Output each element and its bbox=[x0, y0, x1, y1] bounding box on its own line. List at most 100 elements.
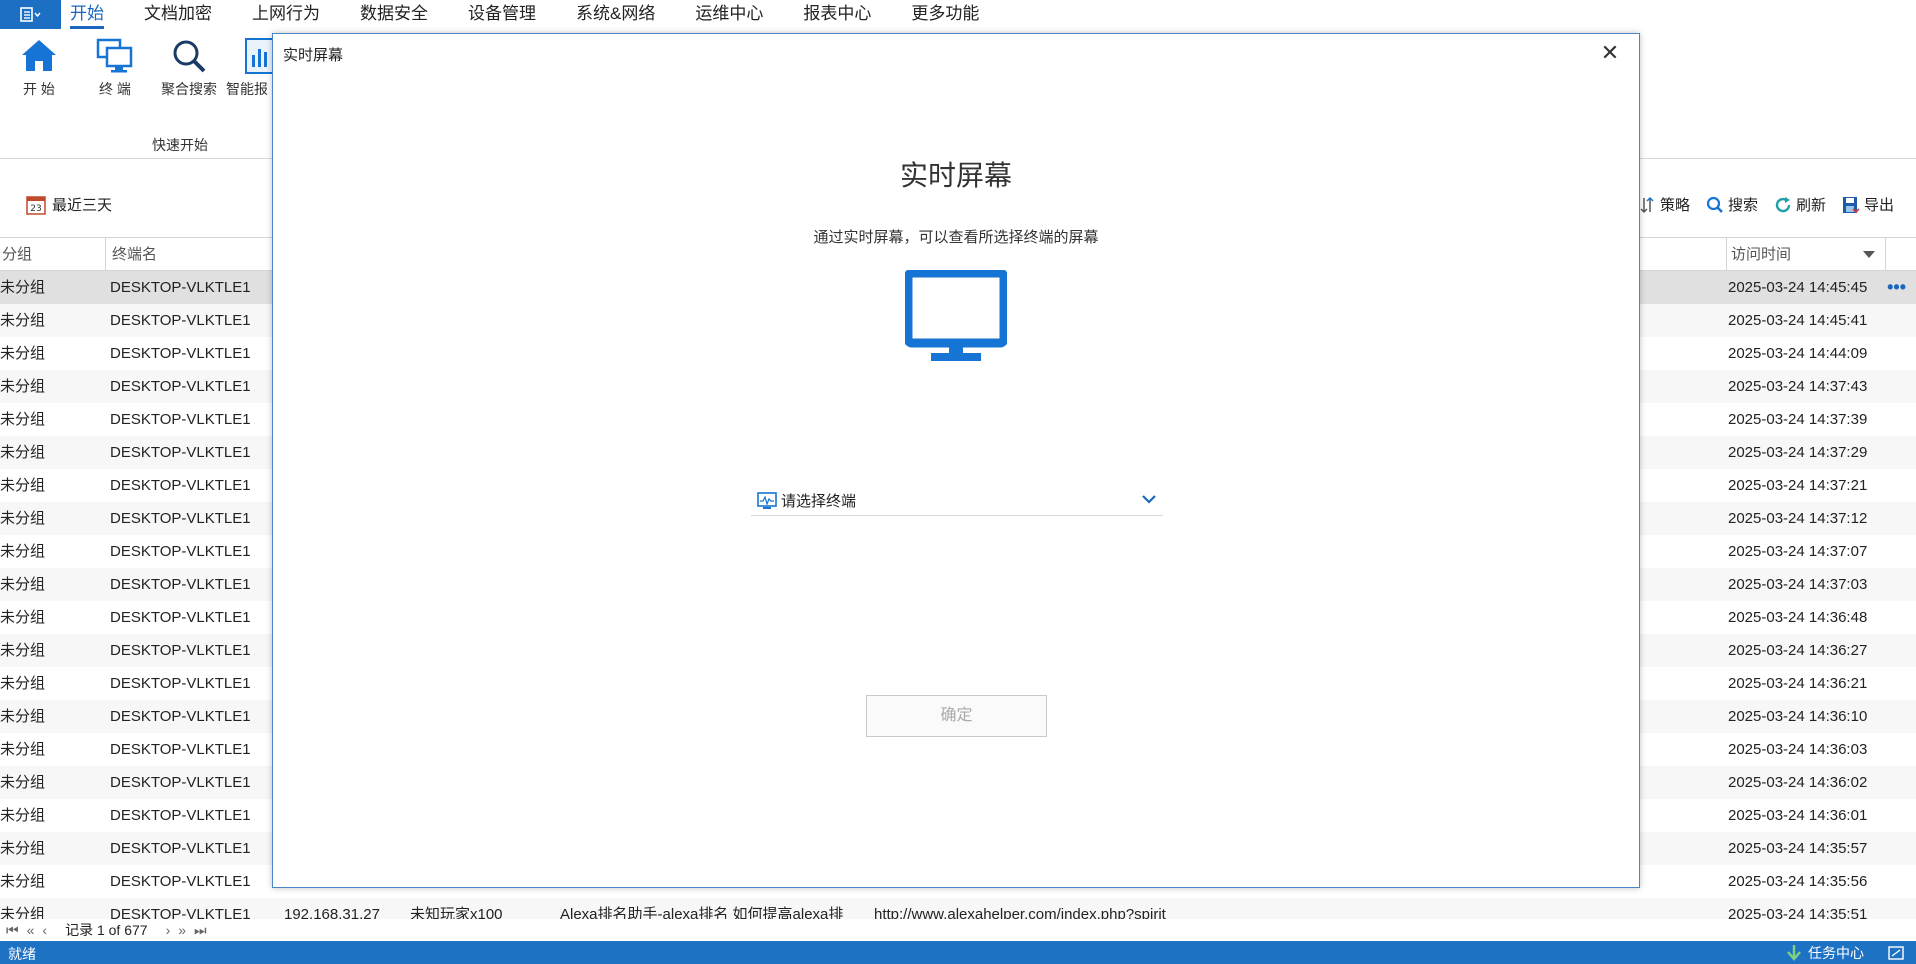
pager-prev-button[interactable]: ‹ bbox=[42, 922, 47, 938]
cell-group: 未分组 bbox=[0, 642, 46, 659]
cell-terminal: DESKTOP-VLKTLE1 bbox=[110, 510, 251, 527]
tab-ops-center[interactable]: 运维中心 bbox=[695, 0, 763, 29]
cell-group: 未分组 bbox=[0, 807, 46, 824]
cell-terminal: DESKTOP-VLKTLE1 bbox=[110, 543, 251, 560]
terminal-select[interactable]: 请选择终端 bbox=[751, 486, 1163, 516]
cell-terminal: DESKTOP-VLKTLE1 bbox=[110, 807, 251, 824]
ribbon-group-label: 快速开始 bbox=[152, 137, 208, 153]
pager-next-button[interactable]: › bbox=[166, 922, 171, 938]
cell-access-time: 2025-03-24 14:37:43 bbox=[1728, 378, 1868, 395]
tab-doc-encryption[interactable]: 文档加密 bbox=[144, 0, 212, 29]
dialog-title: 实时屏幕 bbox=[283, 47, 344, 64]
cell-terminal: DESKTOP-VLKTLE1 bbox=[110, 279, 251, 296]
tab-system-network[interactable]: 系统&网络 bbox=[576, 0, 655, 29]
cell-terminal: DESKTOP-VLKTLE1 bbox=[110, 708, 251, 725]
cell-terminal: DESKTOP-VLKTLE1 bbox=[110, 345, 251, 362]
refresh-icon bbox=[1775, 196, 1791, 212]
tab-internet-behavior[interactable]: 上网行为 bbox=[252, 0, 320, 29]
column-header-terminal[interactable]: 终端名 bbox=[108, 238, 274, 271]
cell-terminal: DESKTOP-VLKTLE1 bbox=[110, 378, 251, 395]
cell-ip: 192.168.31.27 bbox=[284, 906, 380, 919]
app-menu-icon bbox=[19, 6, 41, 22]
policy-button[interactable]: 策略 bbox=[1640, 194, 1690, 215]
cell-terminal: DESKTOP-VLKTLE1 bbox=[110, 906, 251, 919]
ribbon-aggregate-search-button[interactable]: 聚合搜索 bbox=[154, 37, 224, 99]
cell-terminal: DESKTOP-VLKTLE1 bbox=[110, 444, 251, 461]
cell-group: 未分组 bbox=[0, 411, 46, 428]
tab-start[interactable]: 开始 bbox=[70, 0, 104, 29]
task-center-button[interactable]: 任务中心 bbox=[1786, 943, 1904, 963]
cell-group: 未分组 bbox=[0, 708, 46, 725]
dialog-description: 通过实时屏幕，可以查看所选择终端的屏幕 bbox=[813, 229, 1099, 246]
cell-terminal: DESKTOP-VLKTLE1 bbox=[110, 840, 251, 857]
cell-user: 未知玩家x100 bbox=[410, 906, 503, 919]
pager-first-button[interactable]: ⏮ bbox=[6, 922, 19, 939]
cell-access-time: 2025-03-24 14:37:39 bbox=[1728, 411, 1868, 428]
tab-report-center[interactable]: 报表中心 bbox=[803, 0, 871, 29]
cell-group: 未分组 bbox=[0, 774, 46, 791]
cell-access-time: 2025-03-24 14:45:41 bbox=[1728, 312, 1868, 329]
tab-data-security[interactable]: 数据安全 bbox=[360, 0, 428, 29]
pager-prev-page-button[interactable]: « bbox=[27, 922, 35, 938]
cell-terminal: DESKTOP-VLKTLE1 bbox=[110, 741, 251, 758]
ribbon-aggregate-search-label: 聚合搜索 bbox=[161, 81, 217, 97]
policy-label: 策略 bbox=[1659, 197, 1690, 214]
status-text: 就绪 bbox=[8, 946, 36, 962]
cell-access-time: 2025-03-24 14:37:29 bbox=[1728, 444, 1868, 461]
cell-access-time: 2025-03-24 14:37:03 bbox=[1728, 576, 1868, 593]
cell-terminal: DESKTOP-VLKTLE1 bbox=[110, 609, 251, 626]
cell-access-time: 2025-03-24 14:36:27 bbox=[1728, 642, 1868, 659]
task-window-icon bbox=[1888, 946, 1904, 960]
ribbon-smart-report-button[interactable]: 智能报 bbox=[226, 37, 272, 99]
cell-group: 未分组 bbox=[0, 312, 46, 329]
column-header-group[interactable]: 分组 bbox=[0, 238, 106, 271]
refresh-button[interactable]: 刷新 bbox=[1774, 194, 1826, 215]
tab-device-management[interactable]: 设备管理 bbox=[468, 0, 536, 29]
cell-url: http://www.alexahelper.com/index.php?spi… bbox=[874, 906, 1166, 919]
cell-terminal: DESKTOP-VLKTLE1 bbox=[110, 576, 251, 593]
pager-next-page-button[interactable]: » bbox=[178, 922, 186, 938]
close-icon[interactable]: ✕ bbox=[1599, 42, 1621, 64]
cell-group: 未分组 bbox=[0, 840, 46, 857]
export-icon bbox=[1842, 196, 1860, 213]
status-bar: 就绪 任务中心 bbox=[0, 941, 1916, 964]
confirm-button[interactable]: 确定 bbox=[866, 695, 1047, 737]
cell-group: 未分组 bbox=[0, 444, 46, 461]
cell-group: 未分组 bbox=[0, 609, 46, 626]
cell-terminal: DESKTOP-VLKTLE1 bbox=[110, 675, 251, 692]
app-menu-button[interactable] bbox=[0, 0, 61, 29]
calendar-icon: 23 bbox=[26, 195, 46, 215]
ribbon-start-button[interactable]: 开 始 bbox=[4, 37, 74, 99]
chevron-down-icon bbox=[1142, 495, 1156, 504]
cell-access-time: 2025-03-24 14:37:07 bbox=[1728, 543, 1868, 560]
cell-group: 未分组 bbox=[0, 741, 46, 758]
terminal-select-placeholder: 请选择终端 bbox=[781, 493, 857, 510]
pager-record-text: 记录 1 of 677 bbox=[65, 922, 148, 938]
ribbon-terminal-label: 终 端 bbox=[99, 81, 131, 97]
cell-terminal: DESKTOP-VLKTLE1 bbox=[110, 873, 251, 890]
tab-more-features[interactable]: 更多功能 bbox=[911, 0, 979, 29]
home-icon bbox=[22, 40, 56, 71]
export-button[interactable]: 导出 bbox=[1842, 194, 1894, 215]
cell-access-time: 2025-03-24 14:44:09 bbox=[1728, 345, 1868, 362]
cell-terminal: DESKTOP-VLKTLE1 bbox=[110, 774, 251, 791]
cell-access-time: 2025-03-24 14:36:03 bbox=[1728, 741, 1868, 758]
row-more-icon[interactable]: ••• bbox=[1887, 271, 1906, 304]
monitor-icon bbox=[905, 270, 1007, 361]
toolbar-actions: 策略 搜索 刷新 导出 bbox=[1640, 194, 1894, 215]
date-filter[interactable]: 23 最近三天 bbox=[26, 194, 112, 215]
cell-access-time: 2025-03-24 14:36:10 bbox=[1728, 708, 1868, 725]
table-row[interactable]: 未分组 DESKTOP-VLKTLE1 192.168.31.27 未知玩家x100 A… bbox=[0, 898, 1916, 919]
cell-access-time: 2025-03-24 14:36:01 bbox=[1728, 807, 1868, 824]
date-filter-label: 最近三天 bbox=[52, 197, 113, 214]
dialog-heading: 实时屏幕 bbox=[899, 160, 1012, 191]
pager-last-button[interactable]: ⏭ bbox=[194, 922, 207, 939]
ribbon-terminal-button[interactable]: 终 端 bbox=[80, 37, 150, 99]
cell-access-time: 2025-03-24 14:36:02 bbox=[1728, 774, 1868, 791]
export-label: 导出 bbox=[1863, 197, 1894, 214]
cell-group: 未分组 bbox=[0, 543, 46, 560]
column-header-access-time[interactable]: 访问时间 bbox=[1726, 238, 1886, 271]
cell-terminal: DESKTOP-VLKTLE1 bbox=[110, 642, 251, 659]
column-header-access-time-label: 访问时间 bbox=[1731, 246, 1792, 263]
search-button[interactable]: 搜索 bbox=[1706, 194, 1758, 215]
